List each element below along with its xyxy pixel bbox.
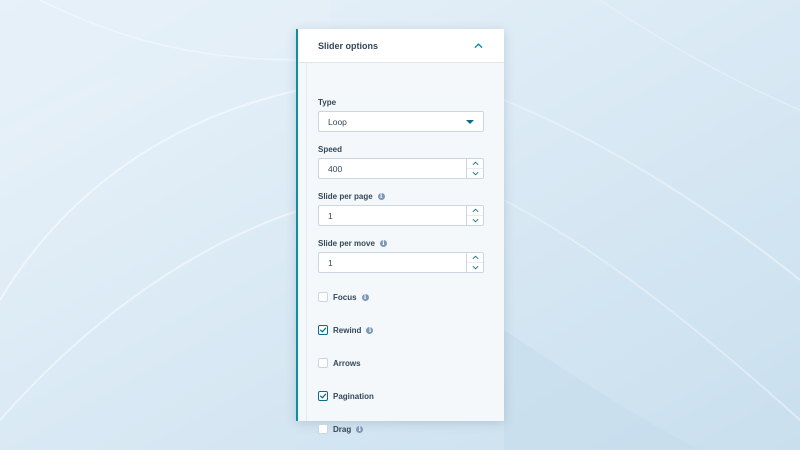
slide-per-move-label: Slide per move i <box>318 239 387 248</box>
speed-input-value: 400 <box>328 163 343 174</box>
type-label-text: Type <box>318 98 337 107</box>
info-icon[interactable]: i <box>361 293 369 301</box>
chevron-up-icon <box>472 255 478 260</box>
type-select-value: Loop <box>328 116 347 127</box>
slide-per-page-value: 1 <box>328 210 333 221</box>
slide-per-page-label: Slide per page i <box>318 192 385 201</box>
speed-label: Speed <box>318 145 342 154</box>
pagination-checkbox-row[interactable]: Pagination <box>318 391 374 401</box>
slide-per-move-value: 1 <box>328 257 333 268</box>
arrows-checkbox-row[interactable]: Arrows <box>318 358 361 368</box>
chevron-down-icon <box>472 171 478 176</box>
pagination-label: Pagination <box>333 391 374 401</box>
panel-body: Type Loop Speed 400 Slide per page i 1 S… <box>298 63 504 434</box>
pagination-checkbox[interactable] <box>318 391 328 401</box>
focus-checkbox-row[interactable]: Focus i <box>318 292 369 302</box>
chevron-down-icon <box>472 265 478 270</box>
speed-input[interactable]: 400 <box>318 158 484 179</box>
arrows-label: Arrows <box>333 358 361 368</box>
chevron-up-icon <box>472 208 478 213</box>
slide-per-move-stepper <box>466 253 483 272</box>
chevron-down-icon <box>472 218 478 223</box>
slide-per-move-decrement-button[interactable] <box>467 262 483 272</box>
chevron-up-icon <box>472 161 478 166</box>
type-select[interactable]: Loop <box>318 111 484 132</box>
speed-label-text: Speed <box>318 145 343 154</box>
panel-header[interactable]: Slider options <box>298 29 504 63</box>
chevron-up-icon[interactable] <box>472 40 484 52</box>
slide-per-page-input[interactable]: 1 <box>318 205 484 226</box>
speed-stepper <box>466 159 483 178</box>
slider-options-panel: Slider options Type Loop Speed 400 Slide… <box>296 29 504 434</box>
speed-increment-button[interactable] <box>467 159 483 168</box>
slide-per-page-stepper <box>466 206 483 225</box>
focus-label: Focus <box>333 292 357 302</box>
info-icon[interactable]: i <box>379 240 387 247</box>
slide-per-move-increment-button[interactable] <box>467 253 483 262</box>
info-icon[interactable]: i <box>366 326 374 334</box>
drag-label: Drag <box>333 424 352 434</box>
rewind-checkbox-row[interactable]: Rewind i <box>318 325 374 335</box>
slide-per-page-decrement-button[interactable] <box>467 215 483 225</box>
slide-per-move-input[interactable]: 1 <box>318 252 484 273</box>
info-icon[interactable]: i <box>356 425 364 433</box>
slide-per-move-label-text: Slide per move <box>318 239 375 248</box>
drag-checkbox[interactable] <box>318 424 328 434</box>
checkmark-icon <box>319 393 327 399</box>
rewind-checkbox[interactable] <box>318 325 328 335</box>
drag-checkbox-row[interactable]: Drag i <box>318 424 364 434</box>
arrows-checkbox[interactable] <box>318 358 328 368</box>
slide-per-page-label-text: Slide per page <box>318 192 373 201</box>
info-icon[interactable]: i <box>377 193 385 200</box>
speed-decrement-button[interactable] <box>467 168 483 178</box>
panel-title: Slider options <box>318 40 379 51</box>
focus-checkbox[interactable] <box>318 292 328 302</box>
slide-per-page-increment-button[interactable] <box>467 206 483 215</box>
caret-down-icon <box>466 120 474 124</box>
rewind-label: Rewind <box>333 325 362 335</box>
checkmark-icon <box>319 327 327 333</box>
type-label: Type <box>318 98 336 107</box>
